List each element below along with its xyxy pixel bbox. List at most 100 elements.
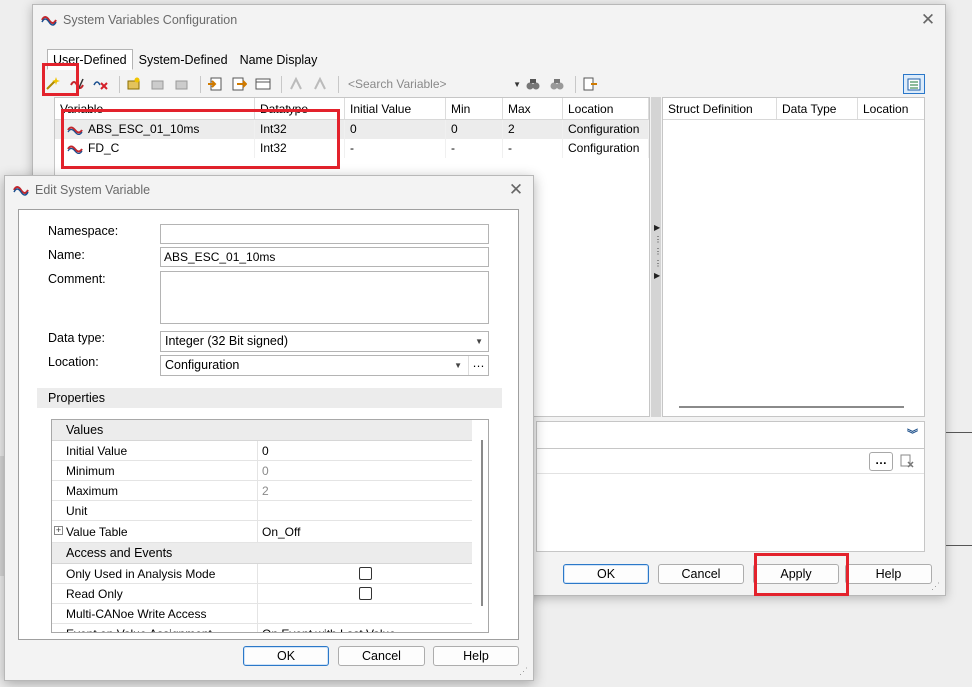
grid-splitter[interactable]: ▶ ⋮ ⋮ ⋮ ▶ [651,97,662,417]
chevron-down-icon[interactable]: ▼ [475,332,483,351]
struct-grid-scrollbar[interactable] [679,406,904,408]
property-grid: Values Initial Value 0 Minimum 0 Maximum… [51,419,489,633]
property-row[interactable]: Maximum 2 [52,481,472,501]
property-value[interactable]: 0 [258,441,472,460]
apply-button[interactable]: Apply [753,564,839,584]
find-icon[interactable] [523,74,543,94]
read-only-checkbox[interactable] [359,587,372,600]
filter-icon[interactable] [580,74,600,94]
property-row[interactable]: Only Used in Analysis Mode [52,564,472,584]
property-value[interactable] [258,501,472,520]
tab-user-defined[interactable]: User-Defined [47,49,133,70]
property-key: Value Table [66,525,128,539]
expand-plus-icon[interactable]: + [54,526,63,535]
cell-datatype[interactable]: Int32 [255,120,345,139]
cell-min[interactable]: 0 [446,120,503,139]
resize-gripper-icon[interactable]: ⋰ [519,666,529,676]
cancel-button[interactable]: Cancel [338,646,425,666]
more-options-button[interactable]: … [869,452,893,471]
splitter-handle-icon[interactable]: ▶ ⋮ ⋮ ⋮ ▶ [654,222,662,292]
datatype-label: Data type: [48,331,105,345]
toolbar-separator [200,75,201,93]
struct-grid-header: Struct Definition Data Type Location [663,98,924,120]
cell-initial-value[interactable]: - [345,139,446,158]
property-row[interactable]: Multi-CANoe Write Access [52,604,472,624]
property-grid-scrollbar[interactable] [481,440,483,606]
cell-datatype[interactable]: Int32 [255,139,345,158]
comment-field[interactable] [160,271,489,324]
location-select[interactable]: Configuration ▼ … [160,355,489,376]
add-namespace-icon[interactable] [124,74,144,94]
property-value[interactable]: 0 [258,461,472,480]
property-value[interactable]: On_Off [258,521,472,542]
column-header-datatype[interactable]: Datatype [255,98,345,119]
tab-bar: User-Defined System-Defined Name Display [47,49,323,70]
edit-icon[interactable] [67,74,87,94]
property-row[interactable]: + Value Table On_Off [52,521,472,543]
property-value[interactable] [258,604,472,623]
clear-icon[interactable] [900,454,916,470]
cell-variable[interactable]: FD_C [55,139,255,158]
cell-min[interactable]: - [446,139,503,158]
table-row[interactable]: ABS_ESC_01_10ms Int32 0 0 2 Configuratio… [55,120,649,139]
column-header-initial-value[interactable]: Initial Value [345,98,446,119]
column-header-struct-location[interactable]: Location [858,98,924,119]
cancel-button[interactable]: Cancel [658,564,744,584]
cell-location[interactable]: Configuration [563,120,649,139]
export-icon[interactable] [229,74,249,94]
columns-icon[interactable] [253,74,273,94]
resize-gripper-icon[interactable]: ⋰ [931,581,941,591]
namespace-field[interactable] [160,224,489,244]
property-row[interactable]: Event on Value Assignment On Event with … [52,624,472,632]
column-header-max[interactable]: Max [503,98,563,119]
datatype-select[interactable]: Integer (32 Bit signed) ▼ [160,331,489,352]
property-value[interactable]: On Event with Last Value [258,624,472,632]
property-row[interactable]: Unit [52,501,472,521]
name-field[interactable]: ABS_ESC_01_10ms [160,247,489,267]
ok-button[interactable]: OK [243,646,329,666]
table-row[interactable]: FD_C Int32 - - - Configuration [55,139,649,158]
tab-system-defined[interactable]: System-Defined [133,49,234,70]
help-button[interactable]: Help [845,564,932,584]
search-input[interactable]: <Search Variable> ▼ [345,74,523,94]
property-value[interactable]: 2 [258,481,472,500]
column-header-min[interactable]: Min [446,98,503,119]
move-up-disabled-icon [286,74,306,94]
expand-icon[interactable]: ︾ [907,426,918,442]
tab-name-display[interactable]: Name Display [234,49,324,70]
edit-titlebar: Edit System Variable [5,176,533,204]
close-icon[interactable]: ✕ [919,11,937,29]
comment-label: Comment: [48,272,106,286]
cell-location[interactable]: Configuration [563,139,649,158]
values-category[interactable]: Values [52,420,472,441]
location-browse-button[interactable]: … [468,356,488,375]
find-next-icon[interactable] [547,74,567,94]
property-row[interactable]: Minimum 0 [52,461,472,481]
access-category[interactable]: Access and Events [52,543,472,564]
help-button[interactable]: Help [433,646,519,666]
close-icon[interactable]: ✕ [507,181,525,199]
edit-system-variable-dialog: Edit System Variable ✕ Namespace: Name: … [4,175,534,681]
panel-toggle-icon[interactable] [903,74,925,94]
chevron-down-icon[interactable]: ▼ [454,356,462,375]
cell-max[interactable]: 2 [503,120,563,139]
delete-icon[interactable] [91,74,111,94]
chevron-down-icon[interactable]: ▼ [513,80,521,89]
cell-variable[interactable]: ABS_ESC_01_10ms [55,120,255,139]
background-window-edge [946,545,972,546]
column-header-variable[interactable]: Variable [55,98,255,119]
column-header-location[interactable]: Location [563,98,649,119]
new-variable-icon[interactable] [43,74,63,94]
cell-max[interactable]: - [503,139,563,158]
cell-initial-value[interactable]: 0 [345,120,446,139]
column-header-data-type[interactable]: Data Type [777,98,858,119]
properties-header: Properties [37,388,502,408]
ok-button[interactable]: OK [563,564,649,584]
column-header-struct-definition[interactable]: Struct Definition [663,98,777,119]
property-key: Initial Value [52,441,258,460]
toolbar-separator [575,75,576,93]
analysis-mode-checkbox[interactable] [359,567,372,580]
property-row[interactable]: Initial Value 0 [52,441,472,461]
property-row[interactable]: Read Only [52,584,472,604]
import-icon[interactable] [205,74,225,94]
